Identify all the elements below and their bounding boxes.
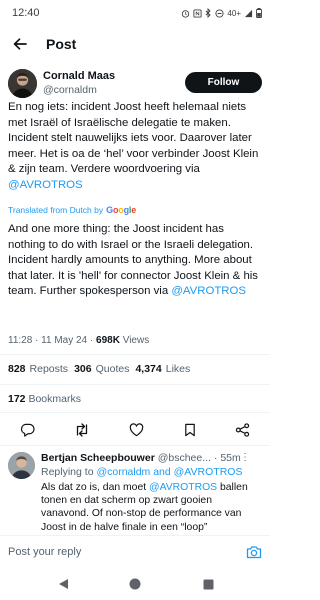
bluetooth-icon: [206, 8, 212, 18]
nav-back-icon: [58, 579, 68, 589]
engagement-stats: 828 Reposts 306 Quotes 4,374 Likes: [8, 363, 190, 375]
repost-icon: [76, 423, 88, 437]
reply-text-start: Als dat zo is, dan moet: [41, 482, 150, 493]
author-handle[interactable]: @cornaldm: [43, 84, 97, 96]
nfc-icon: [193, 8, 202, 18]
status-time: 12:40: [12, 7, 40, 19]
repost-button[interactable]: [73, 421, 91, 439]
status-bar: 12:40 40+: [0, 0, 270, 26]
replying-to: Replying to @cornaldm and @AVROTROS: [41, 466, 242, 478]
reposts-stat[interactable]: 828 Reposts: [8, 363, 68, 375]
divider: [0, 384, 270, 385]
mention-link[interactable]: @AVROTROS: [149, 482, 217, 493]
signal-icon: [244, 9, 253, 17]
mention-link[interactable]: @AVROTROS: [171, 285, 246, 297]
divider: [0, 354, 270, 355]
translated-label: Translated from Dutch by: [8, 205, 104, 215]
quotes-count: 306: [74, 363, 92, 375]
reposts-label: Reposts: [29, 363, 69, 375]
reply-header: Bertjan Scheepbouwer @bschee... · 55m: [41, 452, 266, 464]
replying-prefix: Replying to: [41, 466, 97, 478]
bookmarks-stat[interactable]: 172 Bookmarks: [8, 393, 81, 405]
share-button[interactable]: [233, 421, 251, 439]
more-options-button[interactable]: ⋮: [240, 452, 250, 463]
back-arrow-icon: [13, 38, 27, 50]
nav-home-button[interactable]: [128, 577, 142, 591]
page-title: Post: [46, 36, 77, 52]
post-author: Cornald Maas @cornaldm Follow: [0, 68, 270, 102]
quotes-stat[interactable]: 306 Quotes: [74, 363, 129, 375]
nav-back-button[interactable]: [56, 577, 70, 591]
bookmark-icon: [185, 423, 195, 437]
author-photo: [8, 69, 37, 98]
reply-author-name[interactable]: Bertjan Scheepbouwer: [41, 452, 155, 464]
bookmarks-count: 172: [8, 393, 26, 405]
author-avatar[interactable]: [8, 69, 37, 98]
back-button[interactable]: [10, 34, 30, 54]
battery-icon: [256, 8, 262, 18]
camera-button[interactable]: [246, 544, 262, 560]
reply-text: Als dat zo is, dan moet @AVROTROS ballen…: [41, 481, 261, 534]
alarm-icon: [182, 9, 190, 18]
post-text-original: En nog iets: incident Joost heeft helema…: [8, 100, 264, 193]
reply-button[interactable]: [18, 421, 36, 439]
reply-author-photo: [8, 452, 35, 479]
reply-author-handle[interactable]: @bschee...: [158, 452, 211, 464]
post-text-translation: And one more thing: the Joost incident h…: [8, 222, 264, 300]
views-count: 698K: [96, 335, 120, 346]
nav-home-icon: [129, 578, 141, 590]
likes-count: 4,374: [135, 363, 162, 375]
network-label: 40+: [227, 8, 241, 18]
post-meta: 11:28 · 11 May 24 · 698K Views: [8, 335, 149, 346]
bookmark-button[interactable]: [181, 421, 199, 439]
post-timestamp[interactable]: 11:28 · 11 May 24 ·: [8, 335, 96, 346]
mention-link[interactable]: @AVROTROS: [8, 179, 83, 191]
reply-avatar[interactable]: [8, 452, 35, 479]
camera-icon: [246, 546, 262, 559]
like-icon: [129, 423, 143, 437]
follow-button[interactable]: Follow: [185, 72, 262, 93]
reply-time: · 55m: [213, 452, 241, 464]
divider: [0, 412, 270, 413]
dnd-icon: [215, 8, 224, 18]
translation-attribution[interactable]: Translated from Dutch by Google: [8, 205, 136, 215]
nav-recents-button[interactable]: [201, 577, 215, 591]
replying-mentions[interactable]: @cornaldm and @AVROTROS: [96, 466, 242, 478]
reply-composer: Post your reply: [0, 535, 270, 569]
system-nav-bar: [0, 569, 270, 600]
status-icons: 40+: [181, 8, 262, 18]
reply-icon: [20, 423, 35, 437]
views-label: Views: [119, 335, 150, 346]
author-name[interactable]: Cornald Maas: [43, 70, 115, 82]
likes-stat[interactable]: 4,374 Likes: [135, 363, 190, 375]
google-logo: Google: [106, 205, 136, 215]
reply-input[interactable]: Post your reply: [8, 546, 81, 558]
like-button[interactable]: [127, 421, 145, 439]
top-bar: Post: [0, 30, 270, 60]
reposts-count: 828: [8, 363, 26, 375]
action-bar: [0, 419, 270, 441]
divider: [0, 445, 270, 446]
share-icon: [235, 423, 249, 437]
likes-label: Likes: [165, 363, 191, 375]
post-text-original-body: En nog iets: incident Joost heeft helema…: [8, 101, 259, 175]
bookmarks-label: Bookmarks: [28, 393, 81, 405]
nav-recents-icon: [203, 579, 213, 589]
quotes-label: Quotes: [95, 363, 130, 375]
